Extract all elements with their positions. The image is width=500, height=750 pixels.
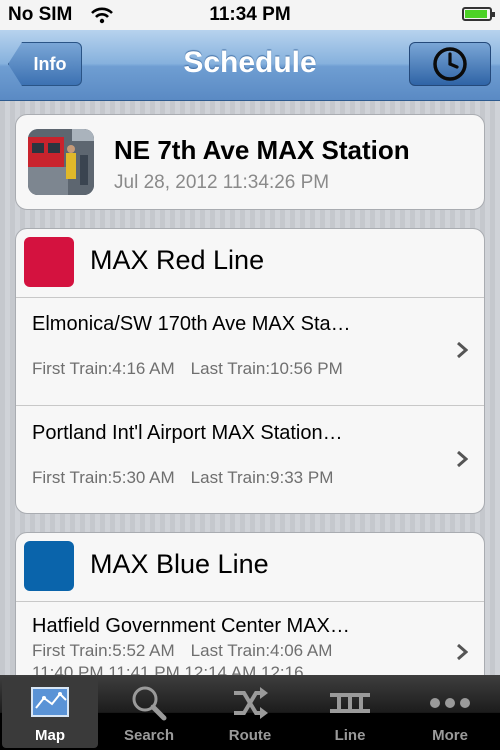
tab-label: Search (123, 727, 175, 744)
destination-label: Elmonica/SW 170th Ave MAX Sta… (32, 313, 351, 335)
station-card: NE 7th Ave MAX Station Jul 28, 2012 11:3… (15, 114, 485, 210)
tab-route[interactable]: Route (202, 677, 298, 748)
schedule-time-button[interactable] (409, 42, 491, 86)
tab-label: More (432, 727, 468, 744)
map-icon (31, 687, 69, 717)
tab-more[interactable]: More (402, 677, 498, 748)
line-header: MAX Red Line (16, 229, 484, 298)
line-card-red: MAX Red Line Elmonica/SW 170th Ave MAX S… (15, 228, 485, 514)
shuffle-icon (234, 687, 268, 719)
station-timestamp: Jul 28, 2012 11:34:26 PM (114, 172, 330, 193)
first-train: First Train:5:30 AM (32, 468, 175, 487)
tab-search[interactable]: Search (101, 677, 197, 748)
status-bar: No SIM 11:34 PM (0, 0, 500, 31)
station-name: NE 7th Ave MAX Station (114, 135, 410, 165)
first-train: First Train:4:16 AM (32, 359, 175, 378)
navigation-bar: Info Schedule (0, 30, 500, 101)
first-train: First Train:5:52 AM (32, 641, 175, 660)
train-times: First Train:4:16 AM Last Train:10:56 PM (32, 359, 343, 379)
battery-icon (462, 7, 495, 21)
rail-icon (330, 693, 370, 713)
chevron-right-icon (457, 643, 468, 661)
tab-label: Map (35, 727, 65, 744)
tab-line[interactable]: Line (302, 677, 398, 748)
last-train: Last Train:10:56 PM (190, 359, 343, 378)
chevron-right-icon (457, 341, 468, 359)
last-train: Last Train:9:33 PM (190, 468, 334, 487)
last-train: Last Train:4:06 AM (190, 641, 333, 660)
line-color-swatch (24, 237, 74, 287)
line-name: MAX Blue Line (90, 549, 269, 579)
line-color-swatch (24, 541, 74, 591)
station-photo (28, 129, 94, 195)
schedule-row[interactable]: Elmonica/SW 170th Ave MAX Sta… First Tra… (16, 297, 484, 406)
destination-label: Hatfield Government Center MAX… (32, 615, 350, 637)
train-times: First Train:5:52 AM Last Train:4:06 AM (32, 641, 332, 661)
destination-label: Portland Int'l Airport MAX Station… (32, 422, 343, 444)
tab-label: Route (228, 727, 272, 744)
tab-label: Line (334, 727, 366, 744)
line-name: MAX Red Line (90, 245, 265, 275)
train-times: First Train:5:30 AM Last Train:9:33 PM (32, 468, 333, 488)
clock-icon (433, 47, 467, 81)
chevron-right-icon (457, 450, 468, 468)
line-header: MAX Blue Line (16, 533, 484, 602)
tab-bar: Map Search Route Line More (0, 675, 500, 750)
schedule-row[interactable]: Portland Int'l Airport MAX Station… Firs… (16, 406, 484, 513)
more-icon (430, 698, 470, 708)
tab-map[interactable]: Map (2, 677, 98, 748)
status-time: 11:34 PM (209, 4, 291, 25)
search-icon (132, 686, 167, 721)
